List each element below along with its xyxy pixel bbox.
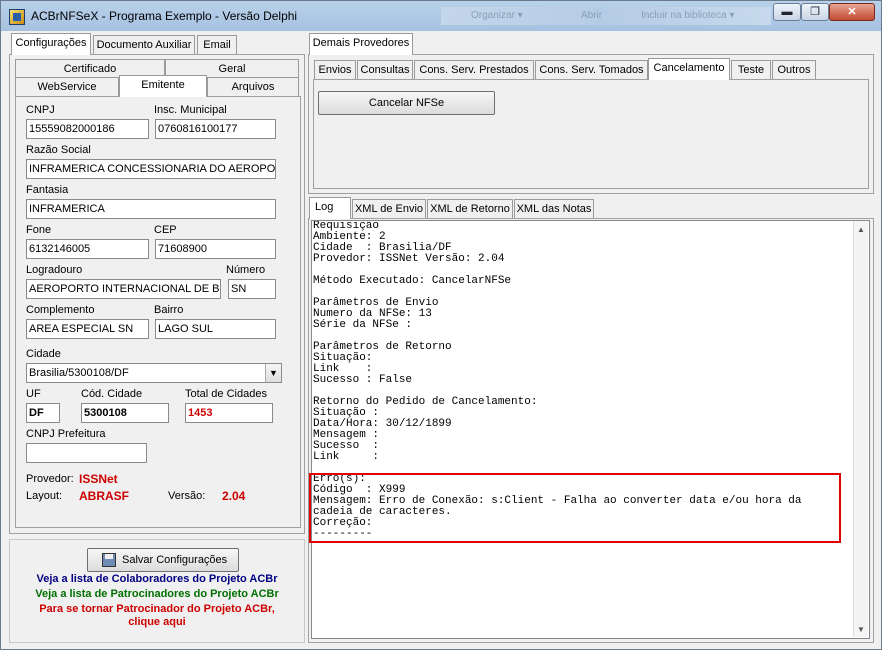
cancelar-nfse-button[interactable]: Cancelar NFSe: [318, 91, 495, 115]
ghost-text: Organizar ▾: [471, 10, 523, 21]
patrocinadores-link[interactable]: Veja a lista de Patrocinadores do Projet…: [9, 588, 305, 600]
tab-envios[interactable]: Envios: [314, 60, 356, 80]
numero-field[interactable]: SN: [228, 279, 276, 299]
ghost-text: Incluir na biblioteca ▾: [641, 10, 735, 21]
logradouro-label: Logradouro: [26, 264, 83, 276]
tab-arquivos[interactable]: Arquivos: [207, 77, 299, 97]
save-config-button[interactable]: Salvar Configurações: [87, 548, 239, 572]
total-cidades-label: Total de Cidades: [185, 388, 267, 400]
save-icon: [102, 553, 116, 567]
log-text: Requisição Ambiente: 2 Cidade : Brasilia…: [313, 221, 802, 540]
bairro-field[interactable]: LAGO SUL: [155, 319, 276, 339]
tab-emitente[interactable]: Emitente: [119, 75, 207, 97]
cep-label: CEP: [154, 224, 177, 236]
razao-social-label: Razão Social: [26, 144, 91, 156]
tab-consultas[interactable]: Consultas: [357, 60, 413, 80]
numero-label: Número: [226, 264, 266, 276]
colaboradores-link[interactable]: Veja a lista de Colaboradores do Projeto…: [9, 573, 305, 585]
logradouro-field[interactable]: AEROPORTO INTERNACIONAL DE BRASILIA: [26, 279, 221, 299]
ghost-text: Abrir: [581, 10, 603, 21]
background-window-ghost: Organizar ▾ Abrir Incluir na biblioteca …: [441, 7, 771, 25]
maximize-button[interactable]: ❐: [801, 3, 829, 21]
complemento-label: Complemento: [26, 304, 95, 316]
tab-xml-envio[interactable]: XML de Envio: [352, 199, 426, 219]
close-button[interactable]: ✕: [829, 3, 875, 21]
minimize-button[interactable]: ▬: [773, 3, 801, 21]
total-cidades-field: 1453: [185, 403, 273, 423]
scroll-up-icon[interactable]: ▲: [857, 225, 865, 234]
clique-aqui-link[interactable]: clique aqui: [9, 616, 305, 628]
main-window: Organizar ▾ Abrir Incluir na biblioteca …: [0, 0, 882, 650]
cnpj-label: CNPJ: [26, 104, 55, 116]
tab-xml-retorno[interactable]: XML de Retorno: [427, 199, 513, 219]
tab-configuracoes[interactable]: Configurações: [11, 33, 91, 55]
log-scrollbar[interactable]: ▲ ▼: [853, 221, 868, 637]
fantasia-field[interactable]: INFRAMERICA: [26, 199, 276, 219]
fantasia-label: Fantasia: [26, 184, 69, 196]
cnpj-field[interactable]: 15559082000186: [26, 119, 149, 139]
tab-cons-serv-prestados[interactable]: Cons. Serv. Prestados: [414, 60, 534, 80]
insc-municipal-label: Insc. Municipal: [154, 104, 227, 116]
cnpj-prefeitura-field[interactable]: [26, 443, 147, 463]
window-title: ACBrNFSeX - Programa Exemplo - Versão De…: [31, 9, 298, 23]
chevron-down-icon[interactable]: ▼: [265, 364, 281, 382]
title-bar[interactable]: Organizar ▾ Abrir Incluir na biblioteca …: [1, 1, 881, 31]
cod-cidade-label: Cód. Cidade: [81, 388, 143, 400]
app-icon: [9, 9, 25, 25]
tab-email[interactable]: Email: [197, 35, 237, 55]
save-config-label: Salvar Configurações: [122, 554, 228, 566]
cod-cidade-field[interactable]: 5300108: [81, 403, 169, 423]
tab-log[interactable]: Log: [309, 197, 351, 219]
provedor-value: ISSNet: [79, 472, 118, 486]
complemento-field[interactable]: AREA ESPECIAL SN: [26, 319, 149, 339]
versao-label: Versão:: [168, 490, 206, 502]
scroll-down-icon[interactable]: ▼: [857, 625, 865, 634]
cep-field[interactable]: 71608900: [155, 239, 276, 259]
tornar-patrocinador-link[interactable]: Para se tornar Patrocinador do Projeto A…: [9, 603, 305, 615]
tab-documento-auxiliar[interactable]: Documento Auxiliar: [93, 35, 195, 55]
error-highlight-box: [309, 473, 841, 543]
provedor-label: Provedor:: [26, 473, 74, 485]
insc-municipal-field[interactable]: 0760816100177: [155, 119, 276, 139]
layout-label: Layout:: [26, 490, 63, 502]
fone-field[interactable]: 6132146005: [26, 239, 149, 259]
tab-webservice[interactable]: WebService: [15, 77, 119, 97]
tab-cons-serv-tomados[interactable]: Cons. Serv. Tomados: [535, 60, 648, 80]
uf-field[interactable]: DF: [26, 403, 60, 423]
fone-label: Fone: [26, 224, 52, 236]
cnpj-prefeitura-label: CNPJ Prefeitura: [26, 428, 106, 440]
tab-outros[interactable]: Outros: [772, 60, 816, 80]
cidade-label: Cidade: [26, 348, 61, 360]
razao-social-field[interactable]: INFRAMERICA CONCESSIONARIA DO AEROPORTO: [26, 159, 276, 179]
cidade-value: Brasilia/5300108/DF: [29, 367, 129, 379]
tab-demais-provedores[interactable]: Demais Provedores: [309, 33, 413, 55]
bairro-label: Bairro: [154, 304, 184, 316]
tab-teste[interactable]: Teste: [731, 60, 771, 80]
versao-value: 2.04: [222, 489, 246, 503]
cidade-select[interactable]: Brasilia/5300108/DF ▼: [26, 363, 282, 383]
layout-value: ABRASF: [79, 489, 129, 503]
uf-label: UF: [26, 388, 41, 400]
tab-xml-notas[interactable]: XML das Notas: [514, 199, 594, 219]
tab-cancelamento[interactable]: Cancelamento: [648, 58, 730, 80]
